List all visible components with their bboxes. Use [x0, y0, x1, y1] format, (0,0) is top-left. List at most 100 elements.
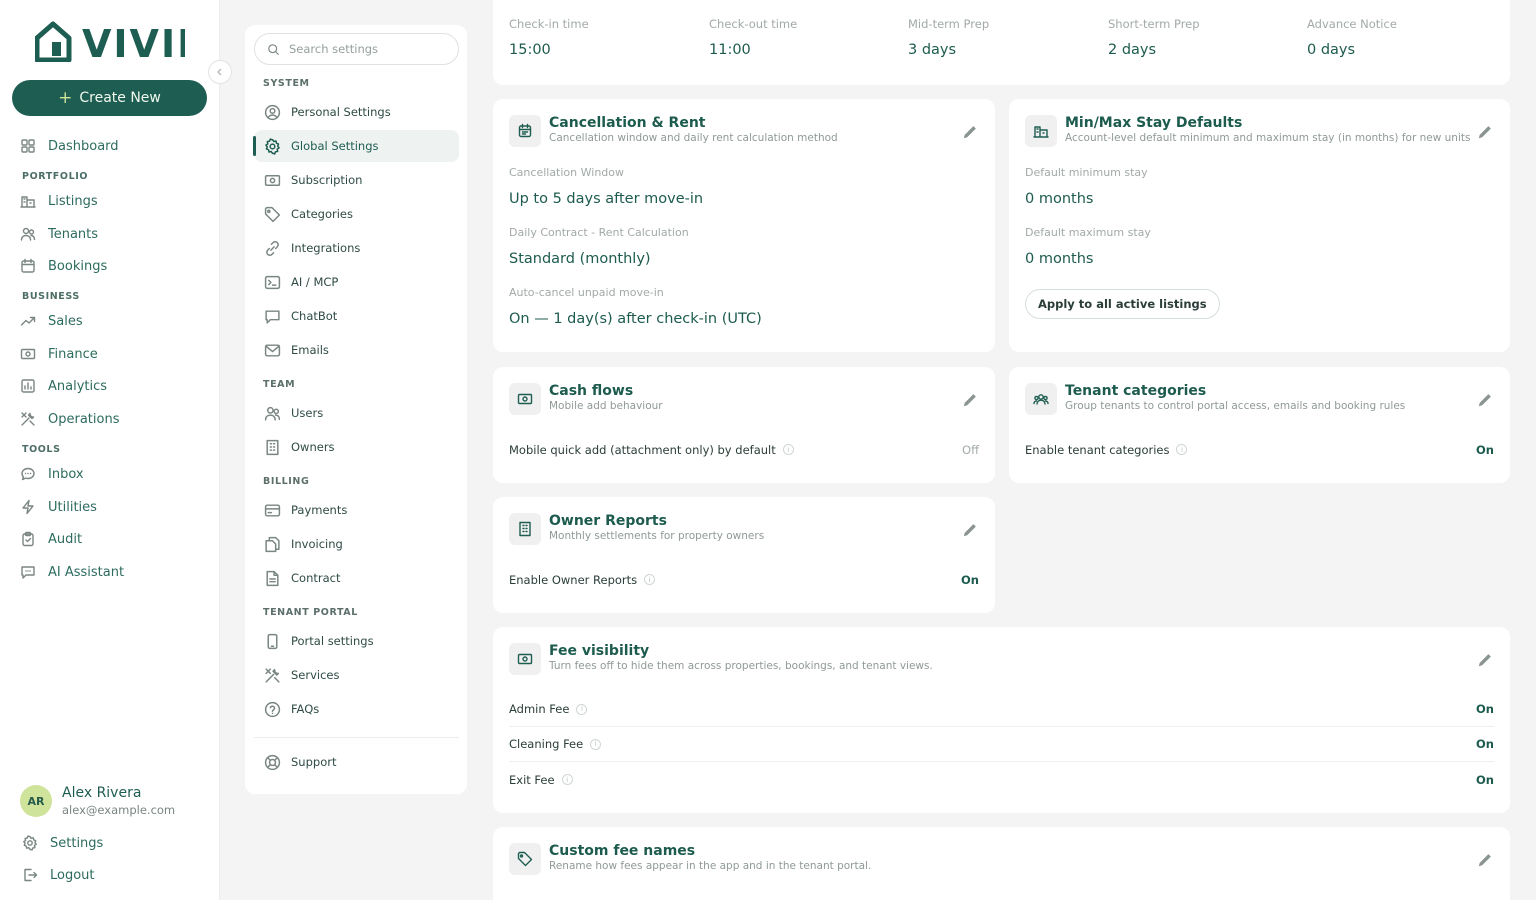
menu-users[interactable]: Users — [254, 397, 459, 429]
menu-faqs[interactable]: FAQs — [254, 693, 459, 725]
menu-emails[interactable]: Emails — [254, 334, 459, 366]
card-subtitle: Mobile add behaviour — [549, 400, 663, 412]
collapse-sidebar-button[interactable] — [208, 60, 232, 84]
credit-card-icon — [264, 503, 281, 517]
tenant-categories-card: Tenant categories Group tenants to contro… — [1009, 367, 1510, 483]
nav-bookings[interactable]: Bookings — [20, 258, 107, 274]
exit-fee-row: Exit Fee i On — [509, 772, 1494, 787]
nav-dashboard[interactable]: Dashboard — [20, 138, 119, 154]
search-placeholder: Search settings — [289, 42, 379, 56]
help-circle-icon — [264, 701, 281, 717]
menu-owners[interactable]: Owners — [254, 431, 459, 463]
tag-icon — [509, 843, 541, 875]
nav-sales[interactable]: Sales — [20, 313, 83, 329]
fee-visibility-card: Fee visibility Turn fees off to hide them… — [493, 627, 1510, 813]
documents-icon — [265, 536, 280, 552]
document-icon — [266, 570, 279, 586]
users-group-icon — [1025, 383, 1057, 415]
pencil-icon[interactable] — [961, 123, 979, 141]
card-subtitle: Rename how fees appear in the app and in… — [549, 860, 872, 872]
grid-icon — [21, 139, 35, 153]
nav-inbox[interactable]: Inbox — [20, 466, 84, 482]
autocancel-value: On — 1 day(s) after check-in (UTC) — [509, 311, 762, 327]
card-title: Fee visibility — [549, 643, 650, 659]
shortterm-block: Short-term Prep 2 days — [1108, 17, 1200, 58]
gear-icon — [23, 835, 37, 851]
menu-categories[interactable]: Categories — [254, 198, 459, 230]
system-heading: SYSTEM — [263, 78, 310, 89]
info-icon[interactable]: i — [644, 574, 656, 585]
apply-to-all-listings-button[interactable]: Apply to all active listings — [1025, 289, 1220, 319]
menu-support[interactable]: Support — [254, 746, 459, 778]
menu-subscription[interactable]: Subscription — [254, 164, 459, 196]
building-icon — [1025, 115, 1057, 147]
chat-bubble-icon — [265, 309, 280, 324]
checkin-block: Check-in time 15:00 — [509, 17, 589, 58]
users-icon — [20, 227, 36, 241]
card-title: Custom fee names — [549, 843, 696, 859]
nav-audit[interactable]: Audit — [20, 531, 82, 547]
card-subtitle: Group tenants to control portal access, … — [1065, 400, 1406, 412]
menu-payments[interactable]: Payments — [254, 494, 459, 526]
main-sidebar: VIVIN + Create New Dashboard PORTFOLIO L… — [0, 0, 232, 900]
menu-personal-settings[interactable]: Personal Settings — [254, 96, 459, 128]
nav-finance[interactable]: Finance — [20, 346, 98, 362]
menu-portal-settings[interactable]: Portal settings — [254, 625, 459, 657]
lightning-icon — [22, 499, 34, 515]
info-icon[interactable]: i — [782, 444, 794, 455]
card-title: Owner Reports — [549, 513, 667, 529]
mobile-quick-add-row: Mobile quick add (attachment only) by de… — [509, 442, 979, 457]
pencil-icon[interactable] — [1476, 391, 1494, 409]
card-title: Min/Max Stay Defaults — [1065, 115, 1243, 131]
logout-icon — [24, 868, 38, 882]
pencil-icon[interactable] — [1476, 651, 1494, 669]
gear-icon — [265, 137, 280, 155]
pencil-icon[interactable] — [1476, 851, 1494, 869]
menu-contract[interactable]: Contract — [254, 562, 459, 594]
info-icon[interactable]: i — [561, 774, 573, 785]
nav-tenants[interactable]: Tenants — [20, 226, 98, 242]
menu-ai-mcp[interactable]: AI / MCP — [254, 266, 459, 298]
info-icon[interactable]: i — [590, 738, 602, 750]
admin-fee-row: Admin Fee i On — [509, 692, 1494, 727]
info-icon[interactable]: i — [1176, 444, 1188, 455]
calendar-icon — [509, 115, 541, 147]
banknote-icon — [509, 643, 541, 675]
pencil-icon[interactable] — [1476, 123, 1494, 141]
nav-analytics[interactable]: Analytics — [20, 378, 107, 394]
nav-operations[interactable]: Operations — [20, 411, 119, 427]
shortterm-value: 2 days — [1108, 42, 1157, 58]
mobile-quick-add-status: Off — [962, 442, 979, 457]
business-heading: BUSINESS — [22, 291, 80, 302]
midterm-value: 3 days — [908, 42, 957, 58]
banknote-icon — [20, 348, 36, 360]
menu-services[interactable]: Services — [254, 659, 459, 691]
notice-value: 0 days — [1307, 42, 1356, 58]
pencil-icon[interactable] — [961, 521, 979, 539]
smartphone-icon — [267, 633, 278, 649]
cleaning-fee-row: Cleaning Fee i On — [509, 727, 1494, 762]
menu-global-settings[interactable]: Global Settings — [253, 130, 459, 162]
tag-icon — [264, 206, 281, 222]
bar-chart-icon — [21, 379, 35, 393]
cleaning-fee-status: On — [1476, 737, 1494, 751]
create-new-button[interactable]: + Create New — [12, 80, 207, 116]
billing-heading: BILLING — [263, 476, 310, 487]
office-building-icon — [509, 513, 541, 545]
clipboard-icon — [22, 531, 34, 547]
menu-invoicing[interactable]: Invoicing — [254, 528, 459, 560]
nav-logout[interactable]: Logout — [22, 867, 95, 883]
vivin-logo[interactable]: VIVIN — [35, 20, 185, 62]
checkout-block: Check-out time 11:00 — [709, 17, 798, 58]
rent-calculation-value: Standard (monthly) — [509, 251, 651, 267]
settings-search-input[interactable]: Search settings — [254, 33, 459, 65]
pencil-icon[interactable] — [961, 391, 979, 409]
nav-ai-assistant[interactable]: AI Assistant — [20, 564, 124, 580]
info-icon[interactable]: i — [576, 703, 588, 715]
menu-integrations[interactable]: Integrations — [254, 232, 459, 264]
nav-utilities[interactable]: Utilities — [20, 499, 97, 515]
nav-listings[interactable]: Listings — [20, 193, 98, 209]
menu-chatbot[interactable]: ChatBot — [254, 300, 459, 332]
user-profile[interactable]: AR Alex Rivera alex@example.com — [20, 785, 175, 817]
nav-settings[interactable]: Settings — [22, 835, 103, 851]
